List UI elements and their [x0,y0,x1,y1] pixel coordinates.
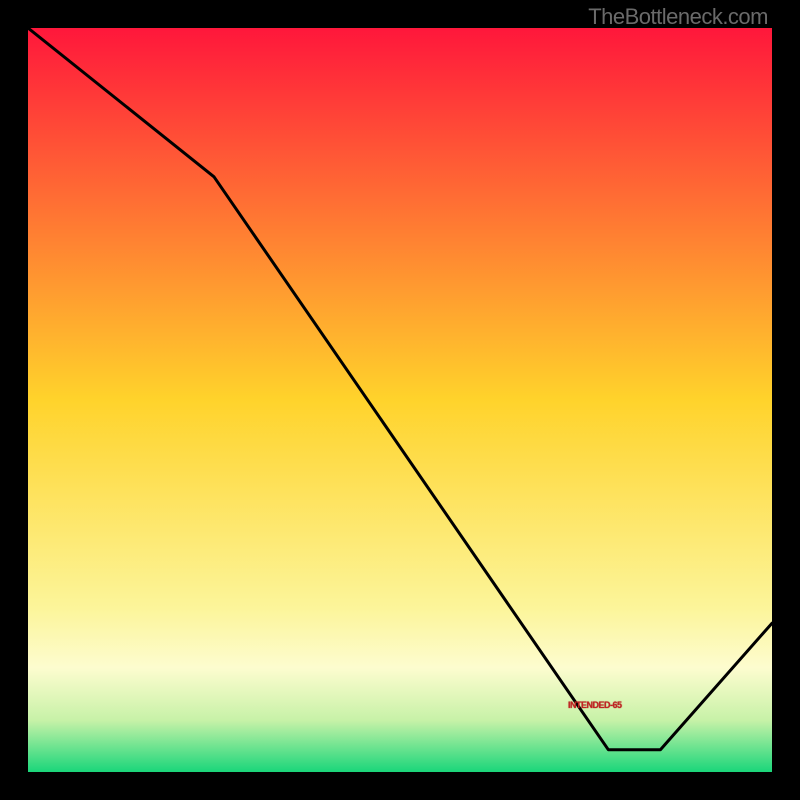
chart-frame: TheBottleneck.com INTENDED-65 [0,0,800,800]
annotation-label: INTENDED-65 [568,700,622,710]
gradient-background [28,28,772,772]
bottleneck-chart [0,0,800,800]
